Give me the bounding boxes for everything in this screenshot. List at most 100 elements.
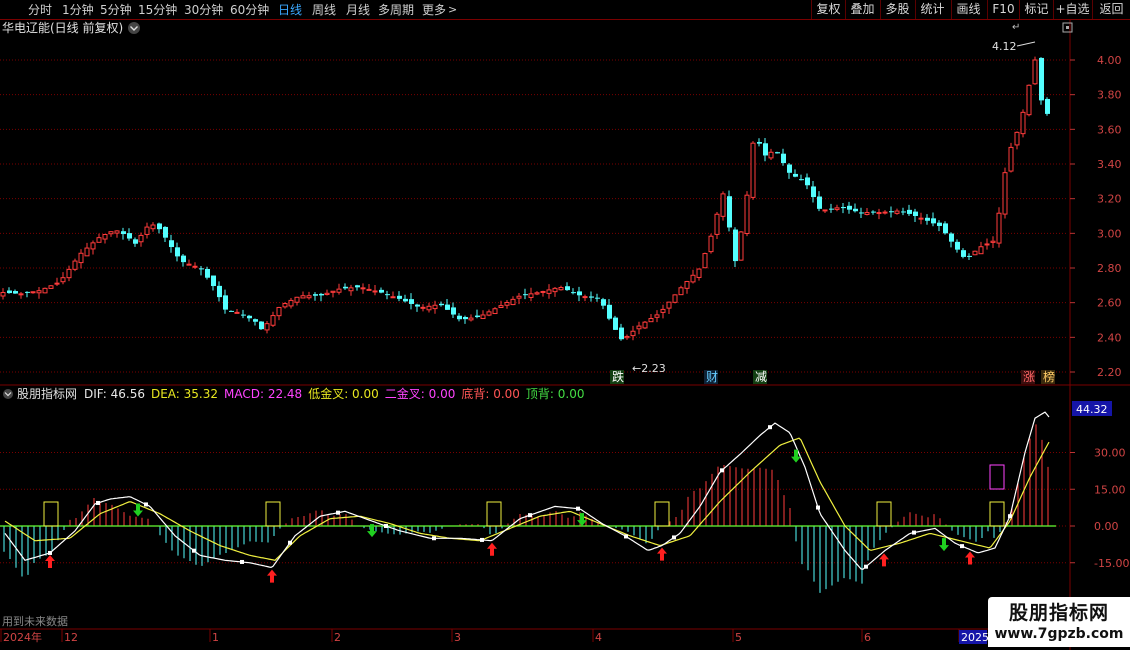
candle-body-36: [217, 285, 222, 298]
candle-body-150: [901, 211, 906, 213]
candle-body-47: [282, 303, 288, 308]
toolbar-button-3[interactable]: 统计: [915, 0, 949, 19]
more-chevron-icon[interactable]: >: [448, 2, 457, 18]
period-tab-9[interactable]: 多周期: [378, 2, 414, 18]
candle-body-96: [577, 291, 582, 296]
period-tab-1[interactable]: 1分钟: [62, 2, 94, 18]
candle-body-55: [330, 290, 336, 293]
candle-body-62: [372, 290, 378, 293]
panel-collapse-icon[interactable]: ↵: [1012, 22, 1020, 33]
candle-body-37: [223, 295, 228, 310]
dif-marker-1: [96, 500, 100, 505]
candle-body-131: [787, 164, 792, 173]
toolbar-button-7[interactable]: +自选: [1053, 0, 1091, 19]
period-toolbar: 分时 1分钟 5分钟 15分钟 30分钟 60分钟 日线 周线 月线 多周期 更多 > 复权 叠加 多股…: [0, 0, 1130, 20]
time-label-8: 2025: [961, 631, 989, 644]
candle-body-13: [78, 252, 84, 264]
price-tick-label-5: 3.00: [1097, 227, 1122, 240]
candle-body-138: [829, 208, 834, 210]
grid-lines: [0, 20, 1130, 650]
candle-body-154: [925, 217, 930, 221]
candle-body-135: [811, 186, 816, 198]
candle-body-137: [822, 209, 828, 212]
period-tab-7[interactable]: 周线: [312, 2, 336, 18]
candle-body-164: [984, 243, 990, 246]
candle-body-161: [967, 255, 972, 257]
candle-body-67: [403, 298, 408, 302]
period-tab-3[interactable]: 15分钟: [138, 2, 177, 18]
candle-body-34: [205, 268, 210, 278]
candle-body-123: [738, 231, 744, 261]
period-tab-0[interactable]: 分时: [28, 2, 52, 18]
title-dropdown-icon[interactable]: [128, 22, 140, 34]
candle-body-58: [348, 287, 354, 292]
event-tag-0: 跌: [612, 369, 624, 384]
panel-settings-icon[interactable]: [1062, 22, 1073, 33]
candle-body-70: [420, 306, 426, 309]
candle-body-151: [907, 209, 912, 214]
readout-2: MACD: 22.48: [224, 387, 302, 401]
period-tab-6[interactable]: 日线: [278, 2, 302, 18]
toolbar-button-4[interactable]: 画线: [951, 0, 985, 19]
price-annotations: 4.12 ←2.23 跌 财 减 涨榜: [610, 40, 1055, 384]
candle-body-22: [133, 239, 138, 244]
toolbar-button-1[interactable]: 叠加: [845, 0, 879, 19]
candle-body-1: [7, 290, 12, 294]
candle-body-41: [247, 315, 252, 319]
signal-box-0: [43, 501, 59, 527]
candle-body-15: [90, 242, 96, 250]
period-tab-5[interactable]: 60分钟: [230, 2, 269, 18]
dif-marker-18: [912, 530, 916, 535]
macd-histogram: [0, 424, 1056, 593]
candle-body-148: [889, 211, 894, 213]
candle-body-121: [727, 196, 732, 228]
time-label-1: 12: [64, 631, 78, 644]
candle-body-111: [666, 301, 672, 309]
macd-tick-label-3: -15.00: [1094, 557, 1129, 570]
toolbar-button-0[interactable]: 复权: [811, 0, 845, 19]
candle-body-35: [211, 275, 216, 287]
dif-marker-12: [624, 534, 628, 539]
candle-body-16: [96, 237, 102, 243]
candle-body-18: [108, 231, 114, 235]
dif-dea-lines: [4, 411, 1050, 570]
candle-body-144: [864, 212, 870, 215]
toolbar-button-2[interactable]: 多股: [880, 0, 914, 19]
readout-1: DEA: 35.32: [151, 387, 218, 401]
candle-body-157: [943, 223, 948, 234]
dif-marker-9: [480, 537, 484, 542]
dif-marker-14: [720, 468, 724, 473]
candle-body-72: [432, 304, 438, 310]
indicator-dropdown-icon[interactable]: [3, 389, 13, 399]
toolbar-button-8[interactable]: 返回: [1092, 0, 1130, 19]
candle-body-51: [306, 295, 312, 299]
candle-body-94: [565, 286, 570, 291]
candle-body-168: [1008, 146, 1014, 172]
candle-body-85: [510, 298, 516, 306]
toolbar-button-5[interactable]: F10: [987, 0, 1019, 19]
candle-body-124: [744, 194, 750, 235]
candle-body-118: [708, 235, 714, 253]
candle-body-93: [558, 287, 564, 291]
period-tab-2[interactable]: 5分钟: [100, 2, 132, 18]
watermark-title: 股朋指标网: [1008, 602, 1109, 624]
candle-body-44: [264, 323, 270, 331]
period-tab-8[interactable]: 月线: [346, 2, 370, 18]
candle-body-28: [169, 240, 174, 248]
price-tick-label-6: 2.80: [1097, 262, 1122, 275]
candle-body-21: [127, 233, 132, 239]
candle-body-146: [876, 212, 882, 215]
period-tab-10[interactable]: 更多: [422, 2, 446, 18]
macd-tick-label-0: 30.00: [1094, 447, 1126, 460]
candle-body-103: [619, 327, 624, 340]
time-label-5: 4: [595, 631, 602, 644]
candle-body-49: [294, 296, 300, 303]
stock-chart: 4.00 3.80 3.60 3.40 3.20 3.00 2.80 2.60 2.40 2.20…: [0, 20, 1130, 650]
candle-body-91: [546, 289, 552, 294]
candle-body-82: [492, 308, 498, 315]
candle-body-129: [775, 152, 780, 154]
period-tab-4[interactable]: 30分钟: [184, 2, 223, 18]
candle-body-112: [672, 294, 678, 303]
toolbar-button-6[interactable]: 标记: [1019, 0, 1053, 19]
candle-body-60: [360, 287, 366, 290]
